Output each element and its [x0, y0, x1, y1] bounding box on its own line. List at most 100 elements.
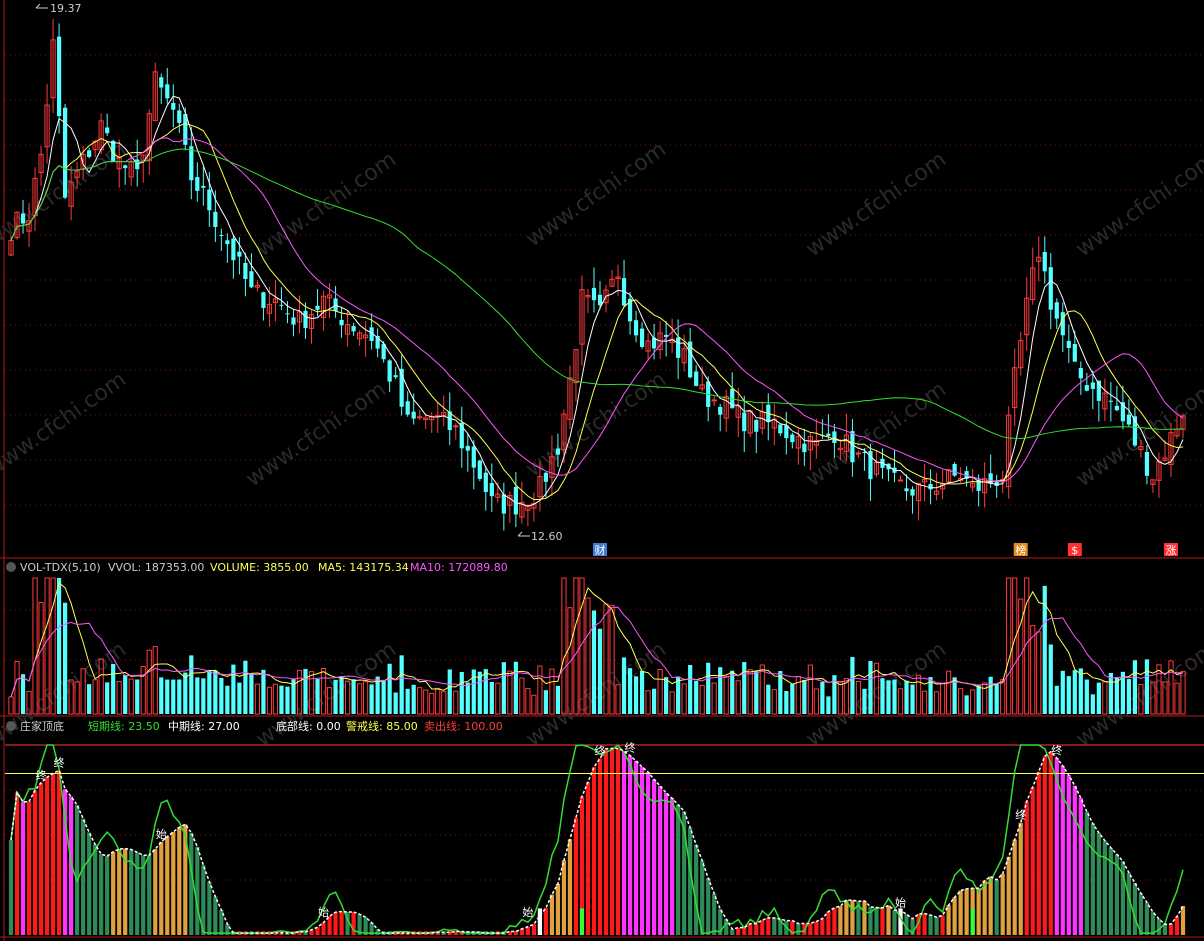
zhuang-bar [694, 844, 699, 935]
candle-body [291, 317, 296, 325]
volume-bar [820, 682, 825, 714]
candle-body [135, 159, 140, 170]
candle-body [315, 305, 320, 310]
price-high-annotation: 19.37 [35, 2, 82, 15]
candle-body [1078, 367, 1083, 379]
zhuang-bar [513, 931, 518, 935]
volume-bar [477, 671, 482, 714]
volume-bar [1060, 670, 1065, 714]
volume-bar [651, 688, 657, 714]
volume-bar [140, 666, 146, 715]
volume-bar [465, 682, 470, 714]
candle-body [219, 234, 224, 236]
candle-body [952, 463, 957, 476]
zhuang-bar [928, 915, 933, 935]
zhuang-bar [44, 777, 50, 935]
zhuang-bar [609, 748, 615, 935]
volume-bar [453, 690, 459, 715]
vvol-label: VVOL: 187353.00 [108, 561, 204, 574]
volume-bar [501, 662, 506, 714]
candle-body [1060, 312, 1065, 336]
volume-bar [189, 655, 194, 714]
volume-bar [159, 677, 164, 714]
volume-bar [747, 669, 753, 715]
candle-body [832, 431, 837, 443]
candle-body [225, 240, 230, 245]
zhuang-bar [706, 878, 711, 935]
volume-bar [128, 678, 134, 715]
zhuang-bar [549, 894, 555, 935]
zhuang-bar [676, 804, 681, 935]
volume-bar [417, 687, 423, 715]
volume-bar [249, 672, 254, 714]
candle-body [483, 472, 488, 492]
collapse-icon[interactable] [6, 721, 16, 731]
zhuang-bar [111, 851, 116, 935]
zhuang-bar [165, 836, 170, 935]
zhuang-bar [1000, 873, 1005, 935]
candle-body [718, 406, 723, 415]
zhuang-bar [922, 913, 927, 935]
zhuang-bar [195, 846, 200, 935]
zhuang-bar [946, 905, 951, 935]
candle-body [1084, 385, 1089, 391]
collapse-icon[interactable] [6, 562, 16, 572]
zhuang-bars [8, 748, 1186, 935]
volume-bar [483, 669, 488, 714]
watermark-text: www.cfchi.com [1072, 377, 1204, 492]
volume-bar [507, 670, 513, 715]
candle-body [279, 304, 284, 306]
volume-bar [435, 687, 441, 715]
watermark-text: www.cfchi.com [252, 147, 401, 262]
candle-body [1042, 251, 1047, 272]
zhuang-bar [826, 911, 831, 935]
volume-bar [195, 677, 200, 714]
zhuang-signal-bar [579, 908, 585, 935]
event-marker-label: 财 [595, 543, 606, 557]
volume-bar [1000, 679, 1006, 715]
volume-bar [1108, 672, 1113, 714]
zhuang-bar [117, 848, 122, 935]
volume-bar [363, 681, 369, 715]
zhuang-bar [81, 818, 86, 935]
candle-body [393, 375, 398, 378]
volume-bar [1036, 631, 1042, 715]
candle-body [213, 211, 218, 227]
zhuang-bar [32, 790, 38, 935]
zhuang-bar [567, 839, 573, 935]
zhuang-bar [591, 767, 597, 935]
zhuang-bar [976, 888, 981, 935]
zhuang-bar [555, 883, 561, 935]
candle-body [1114, 405, 1119, 411]
zhuang-bar [1090, 823, 1095, 935]
volume-bar [676, 676, 681, 714]
zhuang-bar [627, 755, 633, 935]
zhuang-bar [333, 912, 338, 935]
volume-bar [561, 577, 567, 715]
zhuang-bar [964, 888, 969, 935]
zhuang-bar [1096, 832, 1101, 935]
volume-bar [933, 691, 940, 715]
volume-bar [135, 679, 140, 714]
candle-body [249, 271, 254, 288]
zhuang-bar [207, 881, 212, 935]
volume-bar [1054, 685, 1059, 714]
volume-bar [543, 690, 549, 714]
volume-bar [315, 678, 320, 714]
zhuang-bar [147, 855, 152, 935]
zhuang-bar [105, 856, 110, 935]
volume-bar [850, 656, 855, 714]
volume-bar [105, 682, 110, 714]
volume-bar [207, 669, 212, 714]
zhuang-bar [934, 917, 939, 935]
volume-bar [892, 679, 897, 714]
zhuang-signal-label: 始 [895, 895, 906, 909]
volume-bar [219, 677, 224, 714]
volume-bar [904, 680, 909, 714]
zhuang-signal-label: 终 [625, 741, 636, 755]
volume-bar [1066, 676, 1071, 714]
zhuang-bar [1078, 798, 1083, 935]
volume-bar [423, 689, 429, 715]
volume-bar [381, 679, 386, 714]
zhuang-signal-label: 始 [156, 827, 167, 841]
